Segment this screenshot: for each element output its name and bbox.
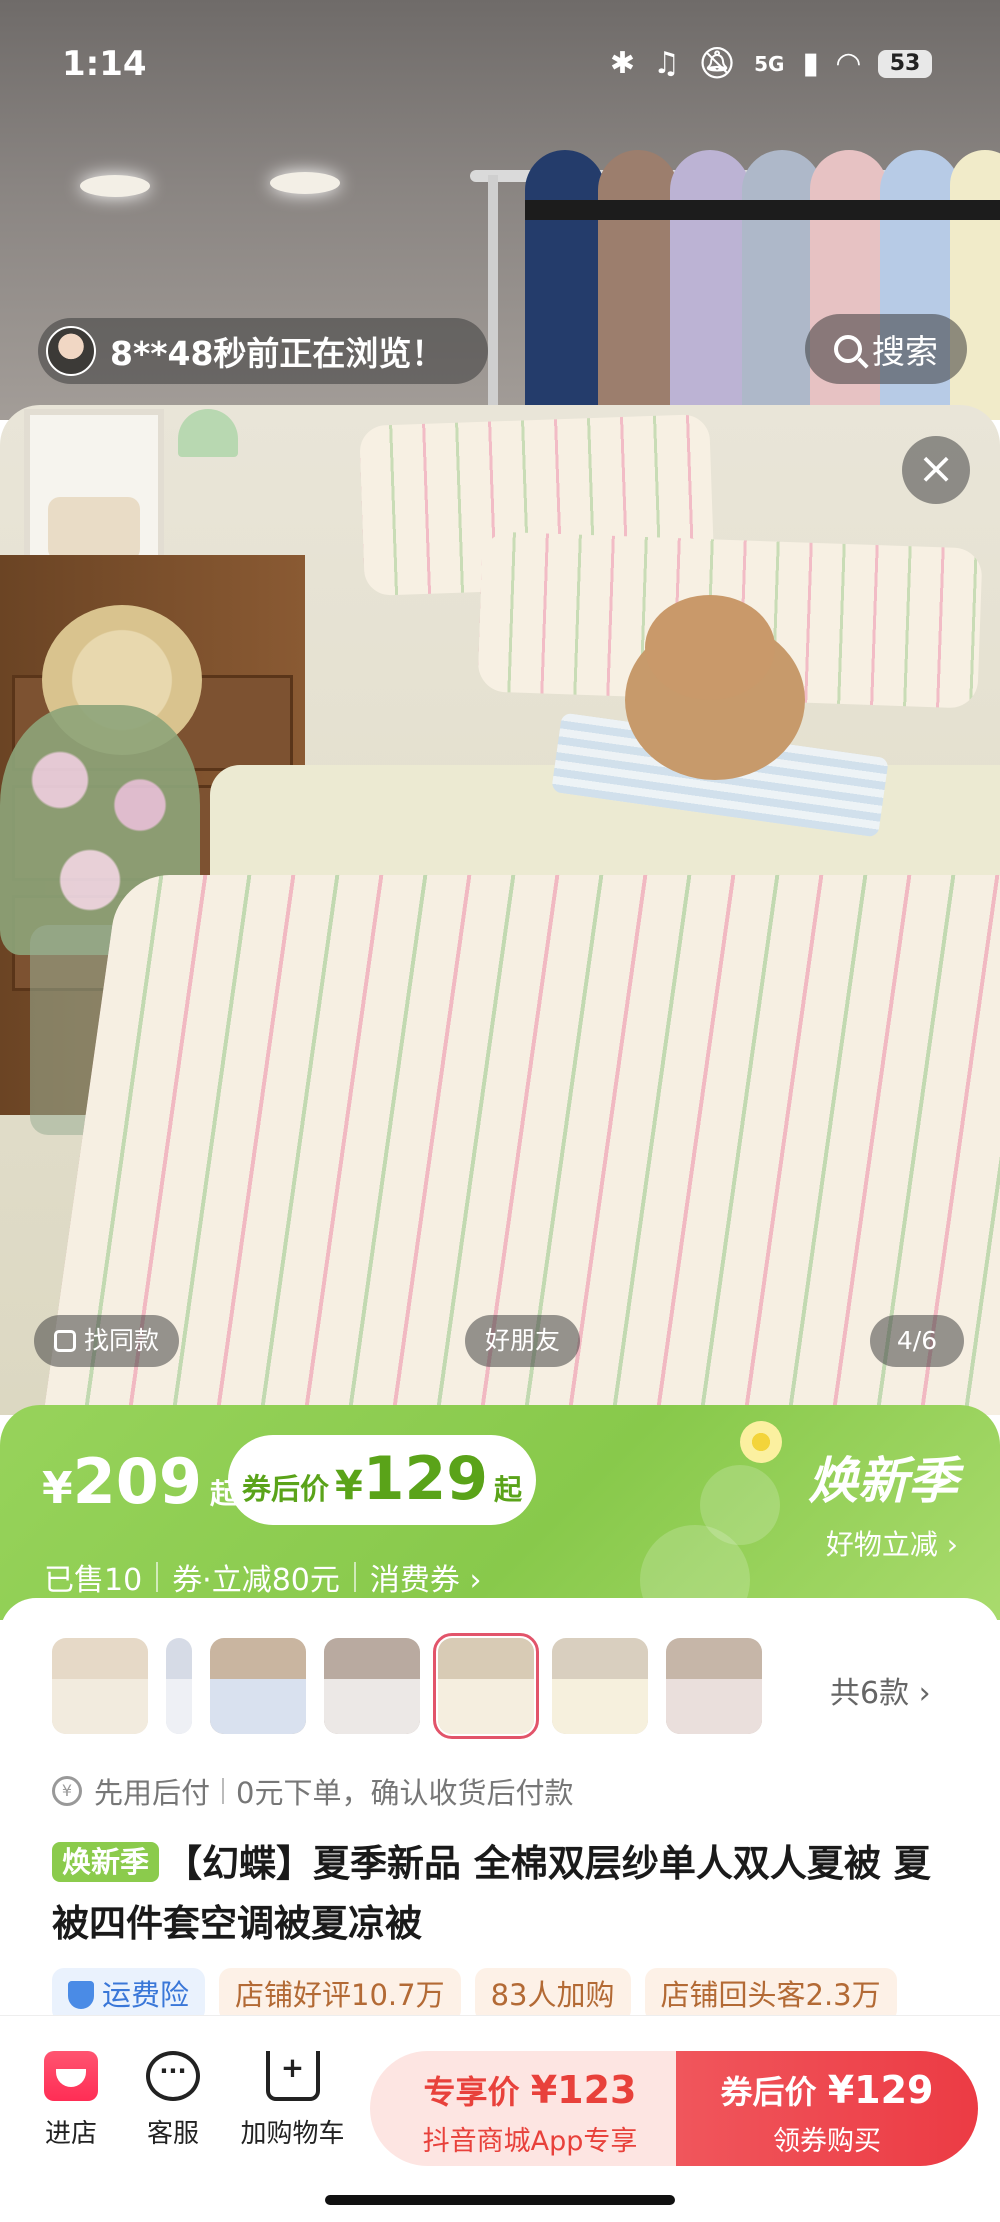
home-indicator[interactable] — [325, 2195, 675, 2205]
exclusive-price-button[interactable]: 专享价 ¥123 抖音商城App专享 — [370, 2051, 690, 2166]
fabric-roll — [950, 150, 1000, 420]
pay-later-desc: 0元下单，确认收货后付款 — [236, 1776, 574, 1810]
coupon-price-value: 129 — [362, 1444, 489, 1514]
service-badges: 运费险 店铺好评10.7万 83人加购 店铺回头客2.3万 — [52, 1968, 897, 2022]
coupon-price-label: 券后价 — [241, 1472, 329, 1506]
season-sub-label: 好物立减 — [825, 1528, 938, 1561]
status-time: 1:14 — [62, 44, 147, 84]
close-icon: × — [917, 443, 955, 494]
season-tag: 焕新季 — [52, 1842, 160, 1882]
currency-symbol: ¥ — [42, 1463, 73, 1514]
sold-count: 已售10 — [44, 1563, 143, 1598]
cart-add-icon — [265, 2051, 320, 2101]
chevron-right-icon: › — [946, 1528, 958, 1561]
variant-thumbnail[interactable] — [210, 1638, 306, 1734]
buy-price-value: ¥129 — [827, 2068, 934, 2112]
customer-service-button[interactable]: 客服 — [118, 2051, 228, 2150]
recent-viewer-notice: 8**48秒前正在浏览！ — [38, 318, 488, 384]
teddy-bear-head — [645, 595, 775, 700]
shield-icon — [68, 1981, 94, 2009]
ceiling-light — [80, 175, 150, 197]
variant-thumbnail[interactable] — [166, 1638, 192, 1734]
scan-icon — [54, 1330, 76, 1352]
find-similar-button[interactable]: 找同款 — [34, 1315, 180, 1367]
cart-adds-badge[interactable]: 83人加购 — [474, 1968, 631, 2022]
variant-thumbnail[interactable] — [324, 1638, 420, 1734]
repeat-customers-badge[interactable]: 店铺回头客2.3万 — [644, 1968, 897, 2022]
store-icon — [44, 2051, 98, 2101]
signal-icon: ▮ — [802, 46, 819, 81]
buy-price-label: 券后价 — [720, 2073, 817, 2111]
add-to-cart-label: 加购物车 — [240, 2119, 345, 2149]
consumer-coupon-label: 消费券 — [369, 1563, 460, 1598]
status-bar: 1:14 ✱ ♫ 🔕︎ 5G ▮ ◠ 53 — [0, 0, 1000, 130]
variant-thumbnail[interactable] — [552, 1638, 648, 1734]
exclusive-price-sub: 抖音商城App专享 — [422, 2126, 638, 2157]
consumer-coupon-link[interactable]: 消费券 › — [370, 1555, 482, 1599]
variant-thumbnail[interactable] — [52, 1638, 148, 1734]
customer-service-label: 客服 — [146, 2119, 199, 2149]
add-to-cart-button[interactable]: 加购物车 — [230, 2051, 355, 2150]
base-price: ¥ 209 起 — [42, 1445, 238, 1518]
coupon-price-suffix: 起 — [494, 1473, 523, 1506]
fabric-roll — [525, 150, 605, 420]
price-banner: ¥ 209 起 券后价 ¥ 129 起 已售10 券·立减80元 消费券 › 焕… — [0, 1405, 1000, 1620]
all-variants-link[interactable]: 共6款 › — [830, 1668, 931, 1712]
store-rating-badge[interactable]: 店铺好评10.7万 — [219, 1968, 461, 2022]
friend-tag[interactable]: 好朋友 — [465, 1315, 581, 1367]
pay-later-notice: ¥ 先用后付 0元下单，确认收货后付款 — [52, 1770, 573, 1812]
coupon-info[interactable]: 券·立减80元 — [172, 1555, 340, 1599]
image-page-indicator: 4/6 — [870, 1315, 964, 1367]
status-icons: ✱ ♫ 🔕︎ 5G ▮ ◠ 53 — [610, 46, 932, 81]
pay-later-label: 先用后付 — [94, 1776, 211, 1810]
wifi-icon: ◠ — [836, 46, 860, 81]
shipping-insurance-badge[interactable]: 运费险 — [52, 1968, 206, 2022]
promo-meta: 已售10 券·立减80元 消费券 › — [44, 1555, 481, 1599]
fabric-roll — [670, 150, 750, 420]
yen-coin-icon: ¥ — [52, 1776, 82, 1806]
chevron-right-icon: › — [469, 1563, 482, 1598]
flower-icon — [740, 1421, 782, 1463]
buy-sub-label: 领券购买 — [773, 2126, 881, 2157]
variant-thumbnail[interactable] — [666, 1638, 762, 1734]
lamp — [178, 409, 238, 457]
ceiling-light — [270, 172, 340, 194]
exclusive-price-value: ¥123 — [530, 2068, 637, 2112]
base-price-value: 209 — [72, 1445, 203, 1518]
bluetooth-icon: ✱ — [609, 46, 636, 81]
chevron-right-icon: › — [918, 1676, 931, 1711]
mute-icon: 🔕︎ — [697, 46, 737, 81]
product-detail-card: 共6款 › ¥ 先用后付 0元下单，确认收货后付款 焕新季 【幻蝶】夏季新品 全棉… — [0, 1598, 1000, 2022]
avatar — [46, 326, 96, 376]
fabric-roll — [598, 150, 678, 420]
variant-thumbnail-selected[interactable] — [433, 1633, 539, 1739]
find-similar-label: 找同款 — [84, 1326, 160, 1355]
product-image[interactable] — [0, 405, 1000, 1415]
product-title-text: 【幻蝶】夏季新品 全棉双层纱单人双人夏被 夏被四件套空调被夏凉被 — [52, 1842, 931, 1945]
battery-icon: 53 — [878, 49, 932, 78]
rack-post — [488, 175, 498, 415]
search-icon — [834, 335, 862, 363]
product-title: 焕新季 【幻蝶】夏季新品 全棉双层纱单人双人夏被 夏被四件套空调被夏凉被 — [52, 1834, 952, 1954]
coupon-price-pill: 券后价 ¥ 129 起 — [228, 1435, 536, 1525]
exclusive-price-label: 专享价 — [423, 2073, 520, 2111]
earbuds-icon: ♫ — [653, 46, 680, 81]
recent-viewer-text: 8**48秒前正在浏览！ — [110, 334, 445, 373]
store-label: 进店 — [44, 2119, 97, 2149]
season-discount-link[interactable]: 好物立减 › — [826, 1523, 958, 1563]
badge-label: 运费险 — [102, 1978, 190, 2012]
close-button[interactable]: × — [902, 436, 970, 504]
variant-count: 共6款 — [830, 1676, 910, 1711]
chat-icon — [146, 2051, 200, 2101]
season-title: 焕新季 — [808, 1452, 958, 1510]
variant-thumbnails — [52, 1633, 762, 1739]
search-button[interactable]: 搜索 — [805, 314, 967, 384]
search-label: 搜索 — [872, 332, 938, 371]
telephone — [48, 497, 140, 561]
bottom-action-bar: 进店 客服 加购物车 专享价 ¥123 抖音商城App专享 券后价 ¥129 领… — [0, 2015, 1000, 2222]
store-button[interactable]: 进店 — [16, 2051, 126, 2150]
claim-coupon-buy-button[interactable]: 券后价 ¥129 领券购买 — [676, 2051, 978, 2166]
network-label: 5G — [754, 51, 785, 76]
currency-symbol: ¥ — [334, 1463, 363, 1509]
